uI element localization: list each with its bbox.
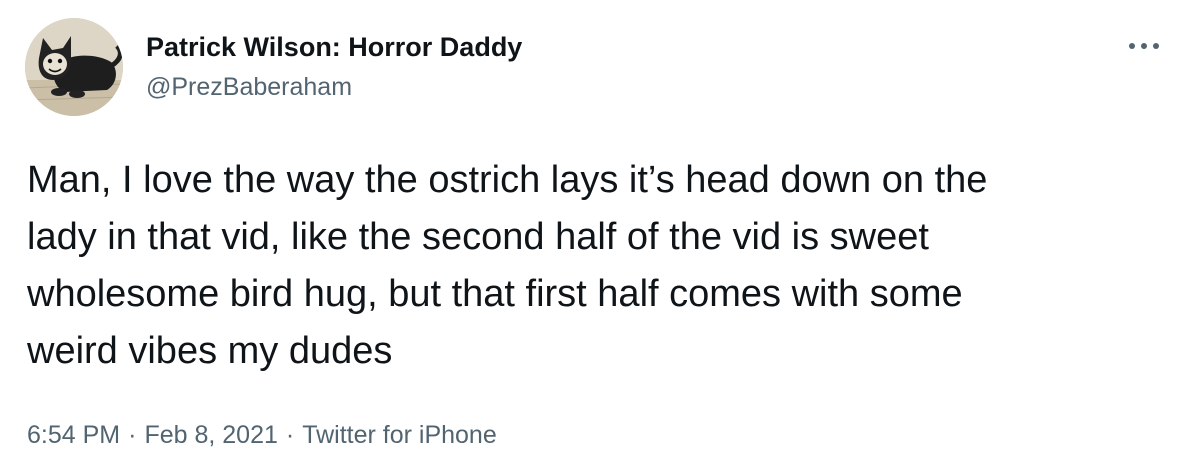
- cat-drawing-avatar-icon: [25, 18, 123, 116]
- tweet-source: Twitter for iPhone: [302, 421, 497, 449]
- author-header: Patrick Wilson: Horror Daddy @PrezBabera…: [146, 30, 522, 103]
- tweet-source-link[interactable]: Twitter for iPhone: [302, 421, 497, 449]
- author-handle[interactable]: @PrezBaberaham: [146, 71, 522, 103]
- tweet-text-line: lady in that vid, like the second half o…: [27, 216, 929, 258]
- avatar[interactable]: [25, 18, 123, 116]
- more-options-button[interactable]: [1124, 36, 1164, 56]
- tweet-time-link[interactable]: 6:54 PM: [27, 421, 120, 449]
- more-dots-icon: [1129, 43, 1159, 49]
- author-display-name[interactable]: Patrick Wilson: Horror Daddy: [146, 30, 522, 64]
- tweet-date-link[interactable]: Feb 8, 2021: [144, 421, 277, 449]
- tweet-meta: 6:54 PM · Feb 8, 2021 · Twitter for iPhone: [27, 418, 497, 452]
- tweet-text-line: weird vibes my dudes: [27, 330, 393, 372]
- tweet-text-line: wholesome bird hug, but that first half …: [27, 273, 963, 315]
- meta-separator: ·: [128, 421, 137, 449]
- tweet-text: Man, I love the way the ostrich lays it’…: [27, 152, 1167, 380]
- tweet-card: Patrick Wilson: Horror Daddy @PrezBabera…: [0, 0, 1192, 476]
- meta-separator: ·: [285, 421, 295, 449]
- tweet-text-line: Man, I love the way the ostrich lays it’…: [27, 159, 988, 201]
- tweet-time: 6:54 PM: [27, 421, 121, 449]
- tweet-date: Feb 8, 2021: [144, 421, 278, 449]
